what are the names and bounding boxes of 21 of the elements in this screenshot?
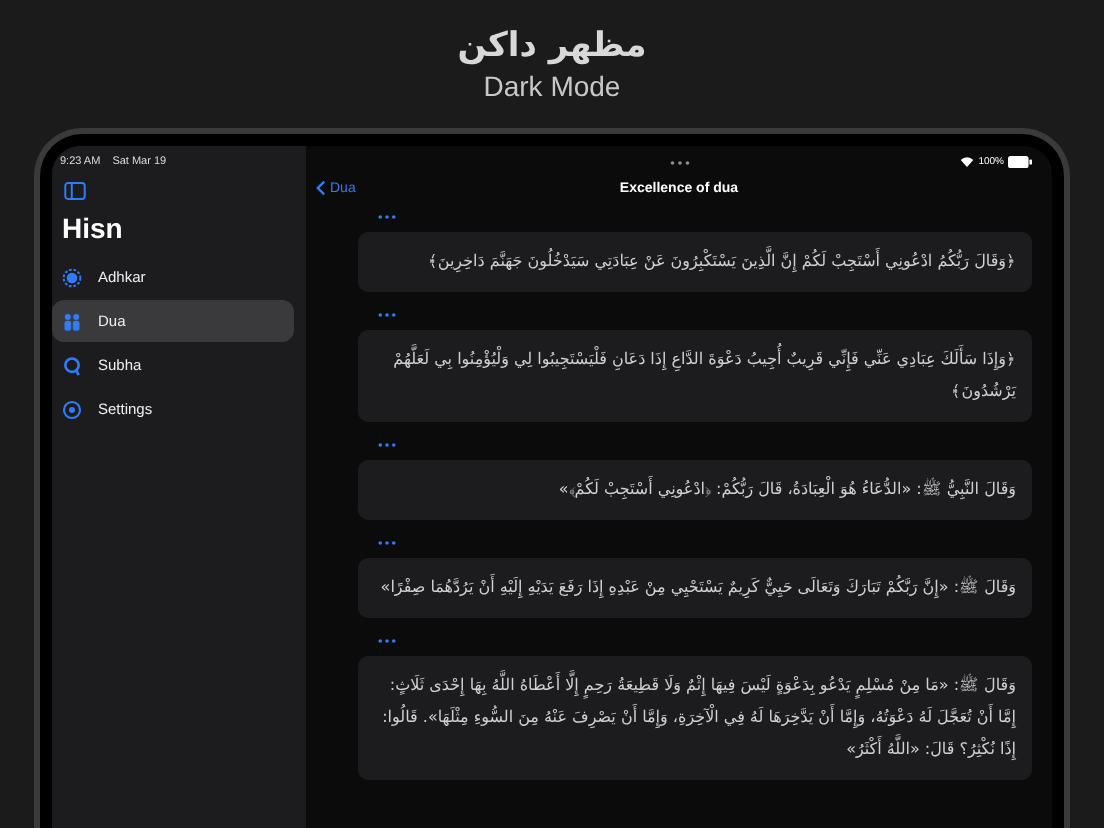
app-title: Hisn: [60, 210, 125, 248]
headline: مظهر داكن: [457, 24, 647, 68]
sidebar-toggle-icon[interactable]: [64, 182, 86, 200]
more-icon[interactable]: [378, 540, 396, 546]
multitask-icon[interactable]: [669, 159, 689, 165]
more-icon[interactable]: [378, 638, 396, 644]
dua-text: وَقَالَ ﷺ: «إِنَّ رَبَّكُمْ تَبَارَكَ وَتَعَالَى حَيِيٌّ كَرِيمٌ يَسْتَحْيِي مِنْ عَبْدِهِ إِذَا رَفَعَ يَدَيْهِ إِلَيْهِ أَنْ يَرُدَّهُمَا صِفْرًا»: [378, 572, 1016, 602]
chevron-icon: [316, 180, 326, 196]
dua-text: وَقَالَ النَّبِيُّ ﷺ: «الدُّعَاءُ هُوَ الْعِبَادَةُ، قَالَ رَبُّكُمْ: ﴿ادْعُونِي أَسْتَجِبْ لَكُمْ﴾»: [556, 474, 1016, 503]
sun-icon: [62, 267, 82, 287]
dua-text: وَقَالَ ﷺ: «مَا مِنْ مُسْلِمٍ يَدْعُو بِدَعْوَةٍ لَيْسَ فِيهَا إِثْمٌ وَلَا قَطِيعَةُ رَحِمٍ إِلَّا أَعْطَاهُ اللَّهُ بِهَا إِحْدَى ثَلَاثٍ: إِمَّا أَنْ تُعَجَّلَ لَهُ دَعْوَتُهُ، وَإِمَّا أَنْ يَدَّخِرَهَا لَهُ فِي الْآخِرَةِ، وَإِمَّا أَنْ يَصْرِفَ عَنْهُ مِنَ السُّوءِ مِثْلَهَا». قَالُوا: إِذًا نُكْثِرُ؟ قَالَ: «اللَّهُ أَكْثَرُ»: [374, 670, 1016, 766]
settings-icon: [62, 399, 82, 419]
more-icon[interactable]: [378, 442, 396, 448]
people-icon: [62, 311, 82, 331]
battery-icon: [1008, 156, 1032, 168]
wifi-icon: [960, 156, 975, 168]
more-icon[interactable]: [378, 312, 396, 318]
dua-text: ﴿وَإِذَا سَأَلَكَ عِبَادِي عَنِّي فَإِنِّي قَرِيبٌ أُجِيبُ دَعْوَةَ الدَّاعِ إِذَا دَعَانِ فَلْيَسْتَجِيبُوا لِي وَلْيُؤْمِنُوا بِي لَعَلَّهُمْ يَرْشُدُونَ﴾: [374, 344, 1016, 408]
more-icon[interactable]: [378, 214, 396, 220]
subheadline: Dark Mode: [483, 68, 621, 104]
dua-text: ﴿وَقَالَ رَبُّكُمُ ادْعُونِي أَسْتَجِبْ لَكُمْ إِنَّ الَّذِينَ يَسْتَكْبِرُونَ عَنْ عِبَادَتِي سَيَدْخُلُونَ جَهَنَّمَ دَاخِرِينَ﴾: [374, 246, 1016, 278]
